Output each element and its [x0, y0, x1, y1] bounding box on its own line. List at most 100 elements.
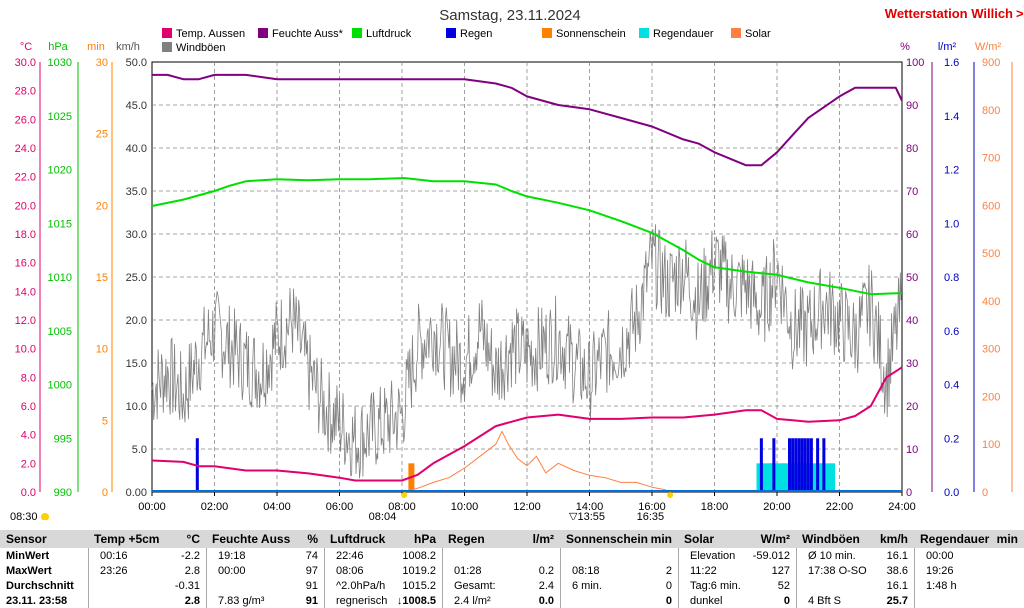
temp-axis-tick-label: 26.0: [15, 114, 36, 126]
stats-col: Luftdruck hPa 22:46 1008.2 08:06 1019.2 ^2.0hP…: [324, 530, 443, 608]
stats-table: Sensor MinWert MaxWert Durchschnitt 23.11. 2…: [0, 530, 1024, 608]
axis-unit-solar: W/m²: [975, 41, 1002, 53]
stats-col: Regendauer min 00:00 19:26 1:48 h: [914, 530, 1024, 608]
temp-axis-tick-label: 0.0: [21, 487, 36, 499]
stats-col-unit: min: [650, 530, 672, 548]
temp-axis-tick-label: 8.0: [21, 372, 36, 384]
axis-unit-rain: l/m²: [938, 41, 957, 53]
regen-bar: [791, 438, 795, 492]
stats-cell-label: dunkel: [690, 595, 723, 607]
wind-axis-tick-label: 20.0: [126, 315, 147, 327]
pressure-axis-tick-label: 1020: [48, 165, 72, 177]
stats-col-labels: Sensor MinWert MaxWert Durchschnitt 23.11. 2…: [0, 530, 89, 608]
stats-cell-value: 127: [771, 565, 790, 577]
stats-cell-value: 1015.2: [402, 580, 436, 592]
rain-axis-tick-label: 1.2: [944, 165, 959, 177]
stats-row-label: 23.11. 23:58: [6, 595, 68, 607]
stats-cell-value: ↓1008.5: [396, 595, 436, 607]
stats-col-unit: °C: [186, 530, 200, 548]
stats-col-unit: min: [996, 530, 1018, 548]
legend-swatch: [352, 28, 362, 38]
stats-row-label: MinWert: [6, 550, 50, 562]
hum-axis-tick-label: 80: [906, 143, 918, 155]
x-tick-label: 12:00: [513, 501, 541, 513]
wind-axis-tick-label: 45.0: [126, 100, 147, 112]
legend-swatch: [162, 28, 172, 38]
rain-axis-tick-label: 1.4: [944, 111, 959, 123]
stats-col: Windböen km/h Ø 10 min. 16.1 17:38 O-SO 38.6 1…: [796, 530, 915, 608]
pressure-axis-tick-label: 1000: [48, 380, 72, 392]
axis-unit-pressure: hPa: [48, 41, 68, 53]
rain-axis-tick-label: 1.6: [944, 57, 959, 69]
axis-unit-hum: %: [900, 41, 910, 53]
stats-row-label: Sensor: [0, 530, 88, 548]
pressure-axis-tick-label: 1015: [48, 218, 72, 230]
stats-cell-label: Elevation: [690, 550, 736, 562]
hum-axis-tick-label: 70: [906, 186, 918, 198]
stats-cell-value: 91: [305, 580, 318, 592]
stats-col-unit: %: [307, 530, 318, 548]
regen-bar: [809, 438, 813, 492]
solar-axis-tick-label: 500: [982, 248, 1000, 260]
temp-axis-tick-label: 20.0: [15, 200, 36, 212]
pressure-axis-tick-label: 990: [54, 487, 72, 499]
wind-axis-tick-label: 0.00: [126, 487, 147, 499]
regendauer-bar: [819, 463, 835, 492]
stats-cell-value: 16.1: [886, 550, 908, 562]
legend-swatch: [639, 28, 649, 38]
x-tick-label: 02:00: [201, 501, 229, 513]
chart-title: Samstag, 23.11.2024: [439, 7, 581, 24]
sun-icon: [41, 513, 49, 520]
sunrise-icon: [401, 492, 408, 498]
sun-axis-tick-label: 0: [102, 487, 108, 499]
stats-cell-label: 19:18: [218, 550, 246, 562]
stats-cell-value: 16.1: [886, 580, 908, 592]
stats-cell-value: 74: [305, 550, 318, 562]
stats-cell-label: 7.83 g/m³: [218, 595, 265, 607]
stats-cell-value: 0: [665, 595, 672, 607]
stats-cell-value: 1019.2: [402, 565, 436, 577]
x-tick-label: 06:00: [326, 501, 354, 513]
hum-axis-tick-label: 50: [906, 272, 918, 284]
stats-col: Solar W/m² Elevation -59.012 11:22 127 Tag:6 m…: [678, 530, 797, 608]
wind-axis-tick-label: 5.0: [132, 444, 147, 456]
x-tick-label: 18:00: [701, 501, 729, 513]
regen-bar: [822, 438, 826, 492]
stats-cell-value: 0: [783, 595, 790, 607]
pressure-axis-tick-label: 1030: [48, 57, 72, 69]
stats-cell-value: 0.2: [538, 565, 554, 577]
wind-axis-tick-label: 50.0: [126, 57, 147, 69]
legend-swatch: [731, 28, 741, 38]
x-tick-label: 00:00: [138, 501, 166, 513]
temp-axis-tick-label: 16.0: [15, 258, 36, 270]
stats-row-label: MaxWert: [6, 565, 52, 577]
axis-unit-temp: °C: [20, 41, 32, 53]
hum-axis-tick-label: 40: [906, 315, 918, 327]
stats-cell-value: 1008.2: [402, 550, 436, 562]
rain-axis-tick-label: 0.6: [944, 326, 959, 338]
wind-axis-tick-label: 15.0: [126, 358, 147, 370]
x-tick-label: 24:00: [888, 501, 916, 513]
weather-chart: Samstag, 23.11.2024 Wetterstation Willic…: [10, 6, 1024, 520]
stats-cell-label: 08:18: [572, 565, 600, 577]
sunrise-left-label: 08:30: [10, 511, 38, 520]
legend-swatch: [258, 28, 268, 38]
stats-cell-value: 25.7: [886, 595, 908, 607]
legend: Temp. Aussen Feuchte Auss* Luftdruck Regen S…: [162, 28, 771, 54]
wind-axis-tick-label: 40.0: [126, 143, 147, 155]
stats-cell-label: 6 min.: [572, 580, 602, 592]
rain-axis-tick-label: 1.0: [944, 218, 959, 230]
x-tick-label: 04:00: [263, 501, 291, 513]
pressure-axis-tick-label: 1005: [48, 326, 72, 338]
rain-axis-tick-label: 0.8: [944, 272, 959, 284]
temp-axis-tick-label: 6.0: [21, 401, 36, 413]
solar-axis-tick-label: 0: [982, 487, 988, 499]
legend-label: Sonnenschein: [556, 28, 626, 40]
temp-axis-tick-label: 28.0: [15, 86, 36, 98]
wind-axis-tick-label: 30.0: [126, 229, 147, 241]
solar-axis-tick-label: 300: [982, 344, 1000, 356]
stats-cell-label: 00:00: [926, 550, 954, 562]
sunrise-label: 08:04: [369, 511, 397, 520]
wind-axis-tick-label: 25.0: [126, 272, 147, 284]
stats-cell-value: 91: [305, 595, 318, 607]
